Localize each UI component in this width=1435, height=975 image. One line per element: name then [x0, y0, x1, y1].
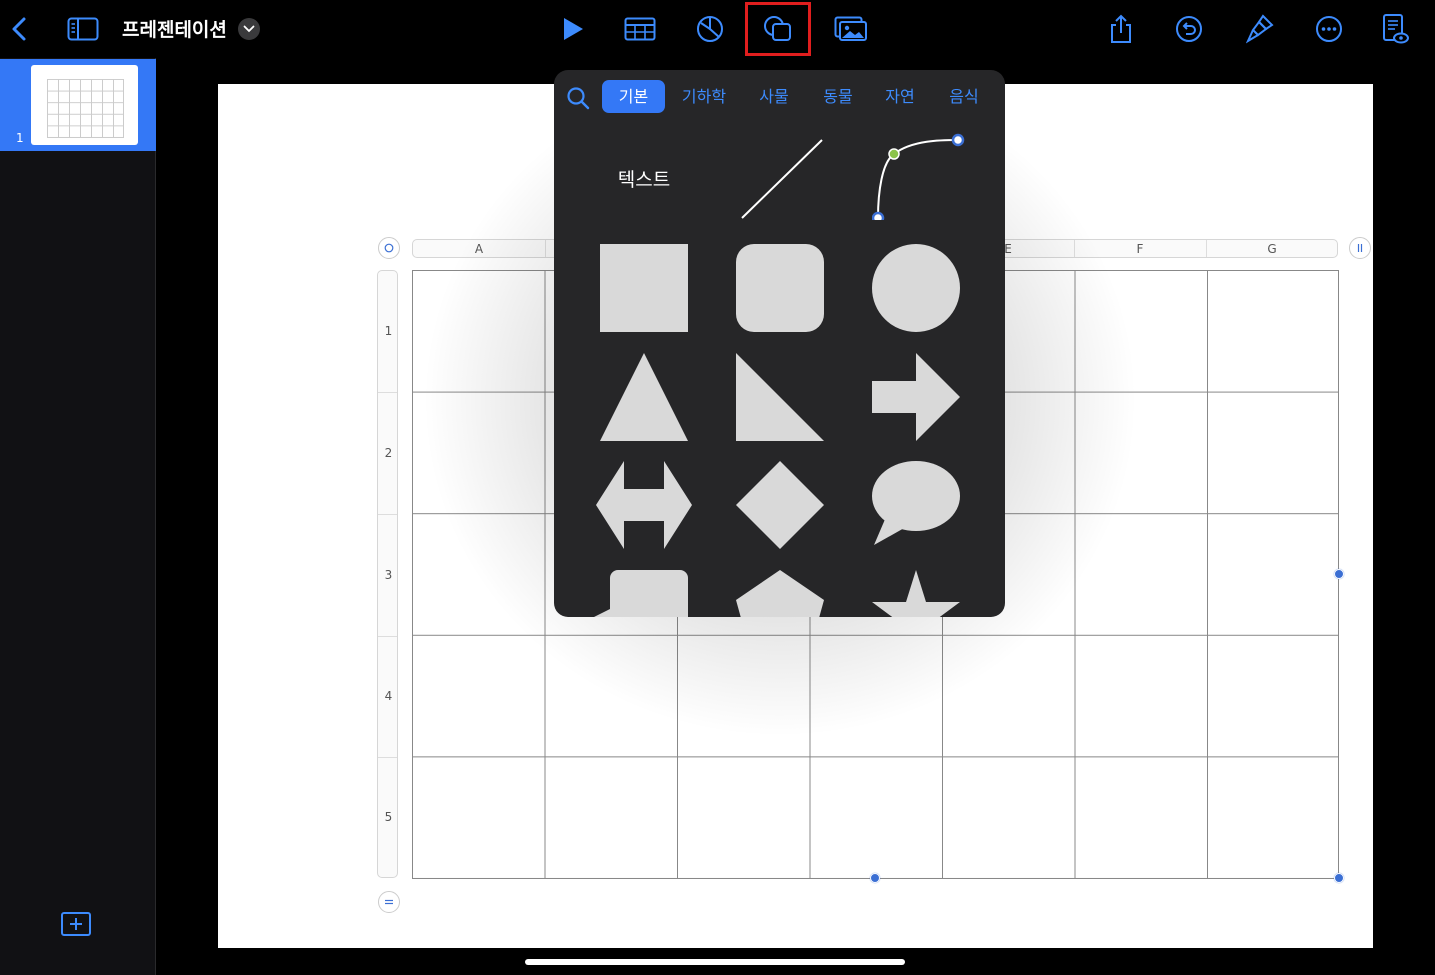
tab-food[interactable]: 음식 [938, 80, 990, 113]
speech-bubble-shape[interactable] [872, 461, 960, 549]
title-menu-button[interactable] [238, 18, 260, 40]
reader-view-button[interactable] [1375, 9, 1415, 49]
slide-thumbnail[interactable] [31, 65, 138, 145]
table-select-handle[interactable] [378, 237, 400, 259]
column-label[interactable]: G [1206, 242, 1338, 256]
shape-search-button[interactable] [566, 86, 590, 114]
curve-shape[interactable] [872, 132, 966, 220]
more-button[interactable] [1309, 9, 1349, 49]
right-triangle-shape[interactable] [736, 353, 824, 441]
sidebar-toggle-icon [67, 17, 99, 41]
undo-icon [1176, 16, 1202, 42]
add-slide-icon [61, 912, 91, 936]
home-indicator [525, 959, 905, 965]
shape-library-popover: 기본 기하학 사물 동물 자연 음식 텍스트 [554, 70, 1005, 617]
slide-thumbnail-row[interactable]: 1 [0, 59, 156, 151]
undo-button[interactable] [1169, 9, 1209, 49]
resize-handle-right[interactable] [1334, 569, 1344, 579]
tab-geometry[interactable]: 기하학 [674, 80, 734, 113]
row-label[interactable]: 4 [378, 689, 399, 703]
row-header-bar[interactable]: 1 2 3 4 5 [377, 270, 398, 878]
play-icon [564, 18, 583, 40]
share-icon [1111, 14, 1131, 43]
table-icon [624, 17, 656, 41]
row-label[interactable]: 5 [378, 810, 399, 824]
column-handle-icon [1357, 244, 1363, 252]
add-slide-button[interactable] [60, 910, 92, 938]
row-handle-icon [385, 899, 393, 905]
chevron-down-icon [243, 25, 255, 33]
arrow-shape[interactable] [872, 353, 960, 441]
thumbnail-table-preview [47, 79, 124, 138]
share-button[interactable] [1101, 9, 1141, 49]
row-label[interactable]: 1 [378, 324, 399, 338]
back-button[interactable] [0, 9, 40, 49]
format-button[interactable] [1240, 9, 1280, 49]
media-icon [834, 16, 867, 41]
format-brush-icon [1246, 14, 1274, 44]
chart-icon [697, 16, 723, 42]
search-icon [567, 87, 590, 110]
top-toolbar: 프레젠테이션 [0, 0, 1435, 58]
line-shape[interactable] [736, 132, 824, 220]
slide-number: 1 [16, 131, 24, 145]
add-row-handle[interactable] [378, 891, 400, 913]
insert-table-button[interactable] [620, 9, 660, 49]
row-label[interactable]: 3 [378, 568, 399, 582]
diamond-shape[interactable] [736, 461, 824, 549]
sidebar-toggle-button[interactable] [63, 9, 103, 49]
insert-media-button[interactable] [831, 9, 871, 49]
callout-shape[interactable] [590, 570, 690, 617]
reader-view-icon [1383, 14, 1409, 44]
star-shape[interactable] [872, 570, 960, 617]
text-shape[interactable]: 텍스트 [600, 165, 688, 192]
add-column-handle[interactable] [1349, 237, 1371, 259]
tab-objects[interactable]: 사물 [748, 80, 800, 113]
tab-animals[interactable]: 동물 [812, 80, 864, 113]
resize-handle-bottom[interactable] [870, 873, 880, 883]
circle-icon [384, 243, 394, 253]
triangle-shape[interactable] [600, 353, 688, 441]
square-shape[interactable] [600, 244, 688, 332]
selection-highlight [745, 2, 811, 56]
pentagon-shape[interactable] [736, 570, 824, 617]
row-label[interactable]: 2 [378, 446, 399, 460]
back-chevron-icon [12, 17, 26, 41]
document-title[interactable]: 프레젠테이션 [122, 15, 227, 42]
double-arrow-shape[interactable] [596, 461, 692, 549]
insert-chart-button[interactable] [690, 9, 730, 49]
slide-navigator: 1 [0, 58, 156, 975]
tab-nature[interactable]: 자연 [874, 80, 926, 113]
resize-handle-corner[interactable] [1334, 873, 1344, 883]
tab-basic[interactable]: 기본 [602, 80, 665, 113]
rounded-square-shape[interactable] [736, 244, 824, 332]
circle-shape[interactable] [872, 244, 960, 332]
play-button[interactable] [553, 9, 593, 49]
more-icon [1316, 16, 1342, 42]
